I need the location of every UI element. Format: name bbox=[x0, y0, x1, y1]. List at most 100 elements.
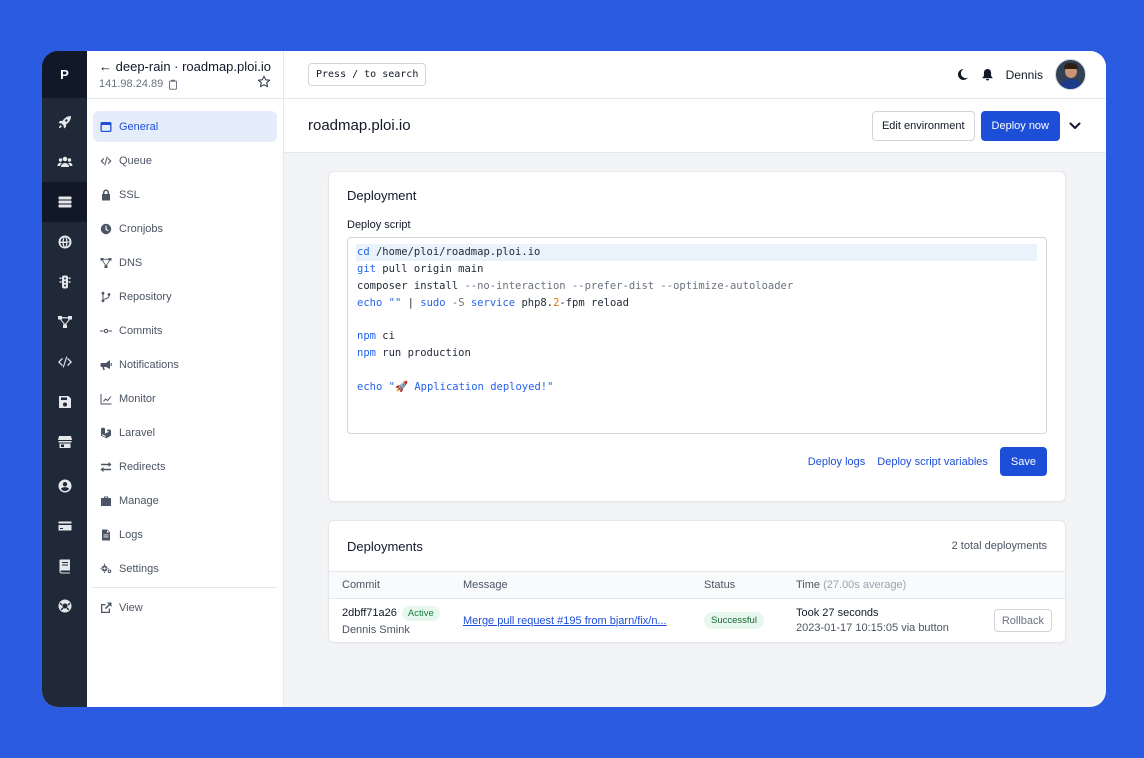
bell-icon[interactable] bbox=[981, 68, 994, 81]
exchange-icon bbox=[100, 461, 112, 472]
external-link-icon bbox=[101, 602, 112, 613]
deploy-duration: Took 27 seconds bbox=[796, 607, 879, 619]
nav-item-settings[interactable]: Settings bbox=[93, 553, 277, 584]
code-icon bbox=[100, 156, 112, 165]
deploy-logs-link[interactable]: Deploy logs bbox=[808, 456, 865, 468]
megaphone-icon bbox=[100, 359, 112, 370]
server-icon[interactable] bbox=[42, 182, 87, 222]
star-icon[interactable] bbox=[257, 75, 271, 89]
laravel-icon bbox=[101, 427, 111, 438]
site-ip: 141.98.24.89 bbox=[99, 78, 164, 90]
nav-label: Manage bbox=[119, 494, 159, 507]
nav-item-view[interactable]: View bbox=[93, 592, 277, 623]
column-message: Message bbox=[463, 579, 508, 591]
column-time-label: Time bbox=[796, 579, 821, 591]
arrow-left-icon: ← bbox=[99, 59, 112, 74]
nav-item-notifications[interactable]: Notifications bbox=[93, 349, 277, 380]
deploy-script-editor[interactable]: cd /home/ploi/roadmap.ploi.io git pull o… bbox=[347, 237, 1047, 434]
users-icon[interactable] bbox=[42, 142, 87, 182]
avatar[interactable] bbox=[1055, 59, 1086, 90]
nav-item-monitor[interactable]: Monitor bbox=[93, 383, 277, 414]
message-cell: Merge pull request #195 from bjarn/fix/n… bbox=[463, 615, 704, 627]
site-header: ← deep-rain · roadmap.ploi.io 141.98.24.… bbox=[87, 51, 283, 99]
rocket-icon[interactable] bbox=[42, 102, 87, 142]
nav-item-cronjobs[interactable]: Cronjobs bbox=[93, 213, 277, 244]
rollback-button[interactable]: Rollback bbox=[993, 609, 1052, 632]
save-button[interactable]: Save bbox=[999, 447, 1047, 476]
icon-rail: P bbox=[42, 51, 87, 707]
column-status: Status bbox=[704, 579, 736, 591]
column-commit: Commit bbox=[342, 579, 380, 591]
nav-label: Queue bbox=[119, 154, 153, 167]
sitemap-icon bbox=[100, 257, 112, 268]
app-logo[interactable]: P bbox=[42, 51, 87, 98]
nav-item-queue[interactable]: Queue bbox=[93, 145, 277, 176]
search-shortcut[interactable]: Press / to search bbox=[308, 63, 427, 86]
nav-item-laravel[interactable]: Laravel bbox=[93, 417, 277, 448]
edit-environment-button[interactable]: Edit environment bbox=[871, 110, 975, 141]
nav-item-dns[interactable]: DNS bbox=[93, 247, 277, 278]
column-time-average: (27.00s average) bbox=[823, 579, 907, 591]
deploy-script-variables-link[interactable]: Deploy script variables bbox=[877, 456, 988, 468]
deployment-card: Deployment Deploy script cd /home/ploi/r… bbox=[328, 171, 1066, 502]
table-row: 2dbff71a26 Active Dennis Smink Merge pull… bbox=[329, 599, 1065, 642]
code-line: npm ci bbox=[357, 330, 395, 343]
commit-cell: 2dbff71a26 Active Dennis Smink bbox=[329, 605, 463, 636]
deploy-timestamp: 2023-01-17 10:15:05 via button bbox=[796, 622, 949, 634]
traffic-light-icon[interactable] bbox=[42, 262, 87, 302]
globe-icon[interactable] bbox=[42, 222, 87, 262]
nav-label: Commits bbox=[119, 324, 163, 337]
code-line: composer install --no-interaction --pref… bbox=[357, 279, 794, 292]
code-line: git pull origin main bbox=[357, 262, 484, 275]
username[interactable]: Dennis bbox=[1006, 68, 1043, 82]
nav-item-repository[interactable]: Repository bbox=[93, 281, 277, 312]
nav-item-general[interactable]: General bbox=[93, 111, 277, 142]
briefcase-icon bbox=[101, 496, 111, 506]
nav-item-ssl[interactable]: SSL bbox=[93, 179, 277, 210]
nav-label: Monitor bbox=[119, 392, 156, 405]
lifebuoy-icon[interactable] bbox=[42, 586, 87, 626]
nav-label: Notifications bbox=[119, 358, 179, 371]
code-icon[interactable] bbox=[42, 342, 87, 382]
deploy-script-label: Deploy script bbox=[347, 219, 411, 231]
cogs-icon bbox=[100, 563, 112, 573]
page-title: roadmap.ploi.io bbox=[308, 117, 411, 134]
clock-icon bbox=[100, 223, 112, 234]
nav-label: Laravel bbox=[119, 426, 156, 439]
moon-icon[interactable] bbox=[956, 68, 969, 81]
main-area: Press / to search Dennis roadmap.ploi.io… bbox=[284, 51, 1106, 707]
deployments-title: Deployments bbox=[347, 538, 423, 554]
status-badge: Successful bbox=[704, 612, 764, 629]
deployment-actions: Deploy logs Deploy script variables Save bbox=[347, 447, 1047, 476]
nav-item-commits[interactable]: Commits bbox=[93, 315, 277, 346]
site-nav: General Queue SSL Cronjobs DNS Repositor… bbox=[87, 99, 283, 623]
site-sidebar: ← deep-rain · roadmap.ploi.io 141.98.24.… bbox=[87, 51, 284, 707]
nav-item-manage[interactable]: Manage bbox=[93, 485, 277, 516]
commit-message-link[interactable]: Merge pull request #195 from bjarn/fix/n… bbox=[463, 615, 667, 627]
network-icon[interactable] bbox=[42, 302, 87, 342]
active-badge: Active bbox=[401, 605, 440, 621]
commit-author: Dennis Smink bbox=[342, 623, 410, 636]
column-time: Time (27.00s average) bbox=[796, 579, 1065, 591]
git-branch-icon bbox=[101, 291, 111, 302]
book-icon[interactable] bbox=[42, 546, 87, 586]
code-line: echo "" | sudo -S service php8.2-fpm rel… bbox=[357, 296, 629, 309]
nav-item-logs[interactable]: Logs bbox=[93, 519, 277, 550]
store-icon[interactable] bbox=[42, 422, 87, 462]
deploy-now-button[interactable]: Deploy now bbox=[980, 110, 1060, 141]
chevron-down-icon[interactable] bbox=[1068, 119, 1082, 133]
back-to-server-link[interactable]: ← deep-rain · roadmap.ploi.io bbox=[99, 59, 271, 74]
deployments-header: Deployments 2 total deployments bbox=[329, 521, 1065, 571]
deployments-card: Deployments 2 total deployments Commit M… bbox=[328, 520, 1066, 643]
nav-label: Repository bbox=[119, 290, 172, 303]
user-circle-icon[interactable] bbox=[42, 466, 87, 506]
clipboard-icon[interactable] bbox=[168, 79, 178, 90]
nav-label: Logs bbox=[119, 528, 143, 541]
status-cell: Successful bbox=[704, 612, 796, 629]
save-icon[interactable] bbox=[42, 382, 87, 422]
credit-card-icon[interactable] bbox=[42, 506, 87, 546]
nav-item-redirects[interactable]: Redirects bbox=[93, 451, 277, 482]
topbar-actions: Dennis bbox=[956, 59, 1086, 90]
